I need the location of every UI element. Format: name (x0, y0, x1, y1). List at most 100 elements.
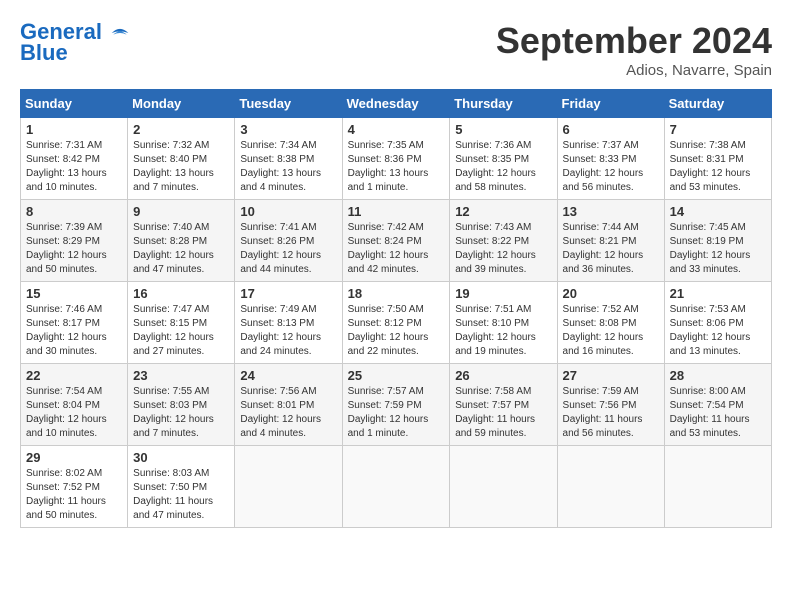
day-number: 17 (240, 286, 336, 301)
day-number: 2 (133, 122, 229, 137)
day-detail: Sunrise: 7:36 AM Sunset: 8:35 PM Dayligh… (455, 139, 551, 195)
day-detail: Sunrise: 7:43 AM Sunset: 8:22 PM Dayligh… (455, 221, 551, 277)
day-cell: 16 Sunrise: 7:47 AM Sunset: 8:15 PM Dayli… (128, 282, 235, 364)
day-cell: 8 Sunrise: 7:39 AM Sunset: 8:29 PM Daylig… (21, 200, 128, 282)
day-number: 6 (563, 122, 659, 137)
col-header-thursday: Thursday (450, 90, 557, 118)
day-number: 24 (240, 368, 336, 383)
day-detail: Sunrise: 7:53 AM Sunset: 8:06 PM Dayligh… (670, 303, 766, 359)
day-cell: 27Sunrise: 7:59 AM Sunset: 7:56 PM Dayli… (557, 364, 664, 446)
day-cell: 28Sunrise: 8:00 AM Sunset: 7:54 PM Dayli… (664, 364, 771, 446)
day-cell: 10Sunrise: 7:41 AM Sunset: 8:26 PM Dayli… (235, 200, 342, 282)
day-detail: Sunrise: 7:54 AM Sunset: 8:04 PM Dayligh… (26, 385, 122, 441)
day-number: 30 (133, 450, 229, 465)
day-cell: 3Sunrise: 7:34 AM Sunset: 8:38 PM Daylig… (235, 118, 342, 200)
day-cell: 1Sunrise: 7:31 AM Sunset: 8:42 PM Daylig… (21, 118, 128, 200)
day-number: 11 (348, 204, 445, 219)
day-number: 18 (348, 286, 445, 301)
location-subtitle: Adios, Navarre, Spain (496, 62, 772, 79)
day-cell: 21Sunrise: 7:53 AM Sunset: 8:06 PM Dayli… (664, 282, 771, 364)
day-cell: 22 Sunrise: 7:54 AM Sunset: 8:04 PM Dayli… (21, 364, 128, 446)
week-row-2: 8 Sunrise: 7:39 AM Sunset: 8:29 PM Daylig… (21, 200, 772, 282)
day-cell: 17 Sunrise: 7:49 AM Sunset: 8:13 PM Dayli… (235, 282, 342, 364)
day-cell (235, 446, 342, 528)
day-cell: 9 Sunrise: 7:40 AM Sunset: 8:28 PM Daylig… (128, 200, 235, 282)
day-number: 15 (26, 286, 122, 301)
day-number: 19 (455, 286, 551, 301)
col-header-wednesday: Wednesday (342, 90, 450, 118)
logo: General Blue (20, 20, 130, 66)
day-detail: Sunrise: 7:50 AM Sunset: 8:12 PM Dayligh… (348, 303, 445, 359)
day-cell (664, 446, 771, 528)
week-row-4: 22 Sunrise: 7:54 AM Sunset: 8:04 PM Dayli… (21, 364, 772, 446)
day-detail: Sunrise: 7:49 AM Sunset: 8:13 PM Dayligh… (240, 303, 336, 359)
week-row-1: 1Sunrise: 7:31 AM Sunset: 8:42 PM Daylig… (21, 118, 772, 200)
day-detail: Sunrise: 7:40 AM Sunset: 8:28 PM Dayligh… (133, 221, 229, 277)
calendar-table: SundayMondayTuesdayWednesdayThursdayFrid… (20, 89, 772, 528)
day-number: 3 (240, 122, 336, 137)
page-header: General Blue September 2024 Adios, Navar… (20, 20, 772, 79)
day-number: 8 (26, 204, 122, 219)
day-number: 28 (670, 368, 766, 383)
day-detail: Sunrise: 8:03 AM Sunset: 7:50 PM Dayligh… (133, 467, 229, 523)
day-number: 29 (26, 450, 122, 465)
day-number: 22 (26, 368, 122, 383)
day-number: 25 (348, 368, 445, 383)
day-number: 16 (133, 286, 229, 301)
week-row-5: 29Sunrise: 8:02 AM Sunset: 7:52 PM Dayli… (21, 446, 772, 528)
day-detail: Sunrise: 7:56 AM Sunset: 8:01 PM Dayligh… (240, 385, 336, 441)
day-detail: Sunrise: 7:45 AM Sunset: 8:19 PM Dayligh… (670, 221, 766, 277)
day-cell: 26 Sunrise: 7:58 AM Sunset: 7:57 PM Dayli… (450, 364, 557, 446)
day-detail: Sunrise: 7:44 AM Sunset: 8:21 PM Dayligh… (563, 221, 659, 277)
day-cell: 5 Sunrise: 7:36 AM Sunset: 8:35 PM Daylig… (450, 118, 557, 200)
day-detail: Sunrise: 7:55 AM Sunset: 8:03 PM Dayligh… (133, 385, 229, 441)
title-block: September 2024 Adios, Navarre, Spain (496, 20, 772, 79)
day-detail: Sunrise: 7:37 AM Sunset: 8:33 PM Dayligh… (563, 139, 659, 195)
day-detail: Sunrise: 7:58 AM Sunset: 7:57 PM Dayligh… (455, 385, 551, 441)
day-number: 1 (26, 122, 122, 137)
day-number: 14 (670, 204, 766, 219)
day-number: 9 (133, 204, 229, 219)
day-detail: Sunrise: 7:35 AM Sunset: 8:36 PM Dayligh… (348, 139, 445, 195)
day-number: 20 (563, 286, 659, 301)
day-number: 13 (563, 204, 659, 219)
day-cell: 11 Sunrise: 7:42 AM Sunset: 8:24 PM Dayli… (342, 200, 450, 282)
day-detail: Sunrise: 7:42 AM Sunset: 8:24 PM Dayligh… (348, 221, 445, 277)
day-number: 7 (670, 122, 766, 137)
col-header-tuesday: Tuesday (235, 90, 342, 118)
day-cell: 23 Sunrise: 7:55 AM Sunset: 8:03 PM Dayli… (128, 364, 235, 446)
day-detail: Sunrise: 7:32 AM Sunset: 8:40 PM Dayligh… (133, 139, 229, 195)
day-cell: 13 Sunrise: 7:44 AM Sunset: 8:21 PM Dayli… (557, 200, 664, 282)
day-cell: 14 Sunrise: 7:45 AM Sunset: 8:19 PM Dayli… (664, 200, 771, 282)
day-detail: Sunrise: 7:39 AM Sunset: 8:29 PM Dayligh… (26, 221, 122, 277)
day-detail: Sunrise: 7:51 AM Sunset: 8:10 PM Dayligh… (455, 303, 551, 359)
day-cell: 18 Sunrise: 7:50 AM Sunset: 8:12 PM Dayli… (342, 282, 450, 364)
day-cell: 20 Sunrise: 7:52 AM Sunset: 8:08 PM Dayli… (557, 282, 664, 364)
day-cell: 4 Sunrise: 7:35 AM Sunset: 8:36 PM Daylig… (342, 118, 450, 200)
day-cell: 29Sunrise: 8:02 AM Sunset: 7:52 PM Dayli… (21, 446, 128, 528)
day-cell: 7 Sunrise: 7:38 AM Sunset: 8:31 PM Daylig… (664, 118, 771, 200)
day-number: 12 (455, 204, 551, 219)
day-detail: Sunrise: 7:57 AM Sunset: 7:59 PM Dayligh… (348, 385, 445, 441)
day-detail: Sunrise: 7:52 AM Sunset: 8:08 PM Dayligh… (563, 303, 659, 359)
header-row: SundayMondayTuesdayWednesdayThursdayFrid… (21, 90, 772, 118)
day-number: 26 (455, 368, 551, 383)
day-cell: 12 Sunrise: 7:43 AM Sunset: 8:22 PM Dayli… (450, 200, 557, 282)
month-title: September 2024 (496, 20, 772, 62)
day-detail: Sunrise: 7:46 AM Sunset: 8:17 PM Dayligh… (26, 303, 122, 359)
day-cell: 25 Sunrise: 7:57 AM Sunset: 7:59 PM Dayli… (342, 364, 450, 446)
day-detail: Sunrise: 7:38 AM Sunset: 8:31 PM Dayligh… (670, 139, 766, 195)
day-number: 5 (455, 122, 551, 137)
day-cell: 2 Sunrise: 7:32 AM Sunset: 8:40 PM Daylig… (128, 118, 235, 200)
col-header-saturday: Saturday (664, 90, 771, 118)
day-cell: 15 Sunrise: 7:46 AM Sunset: 8:17 PM Dayli… (21, 282, 128, 364)
day-number: 27 (563, 368, 659, 383)
day-detail: Sunrise: 7:41 AM Sunset: 8:26 PM Dayligh… (240, 221, 336, 277)
day-number: 23 (133, 368, 229, 383)
day-cell: 24 Sunrise: 7:56 AM Sunset: 8:01 PM Dayli… (235, 364, 342, 446)
day-detail: Sunrise: 7:47 AM Sunset: 8:15 PM Dayligh… (133, 303, 229, 359)
day-cell: 19 Sunrise: 7:51 AM Sunset: 8:10 PM Dayli… (450, 282, 557, 364)
col-header-friday: Friday (557, 90, 664, 118)
day-number: 4 (348, 122, 445, 137)
col-header-monday: Monday (128, 90, 235, 118)
